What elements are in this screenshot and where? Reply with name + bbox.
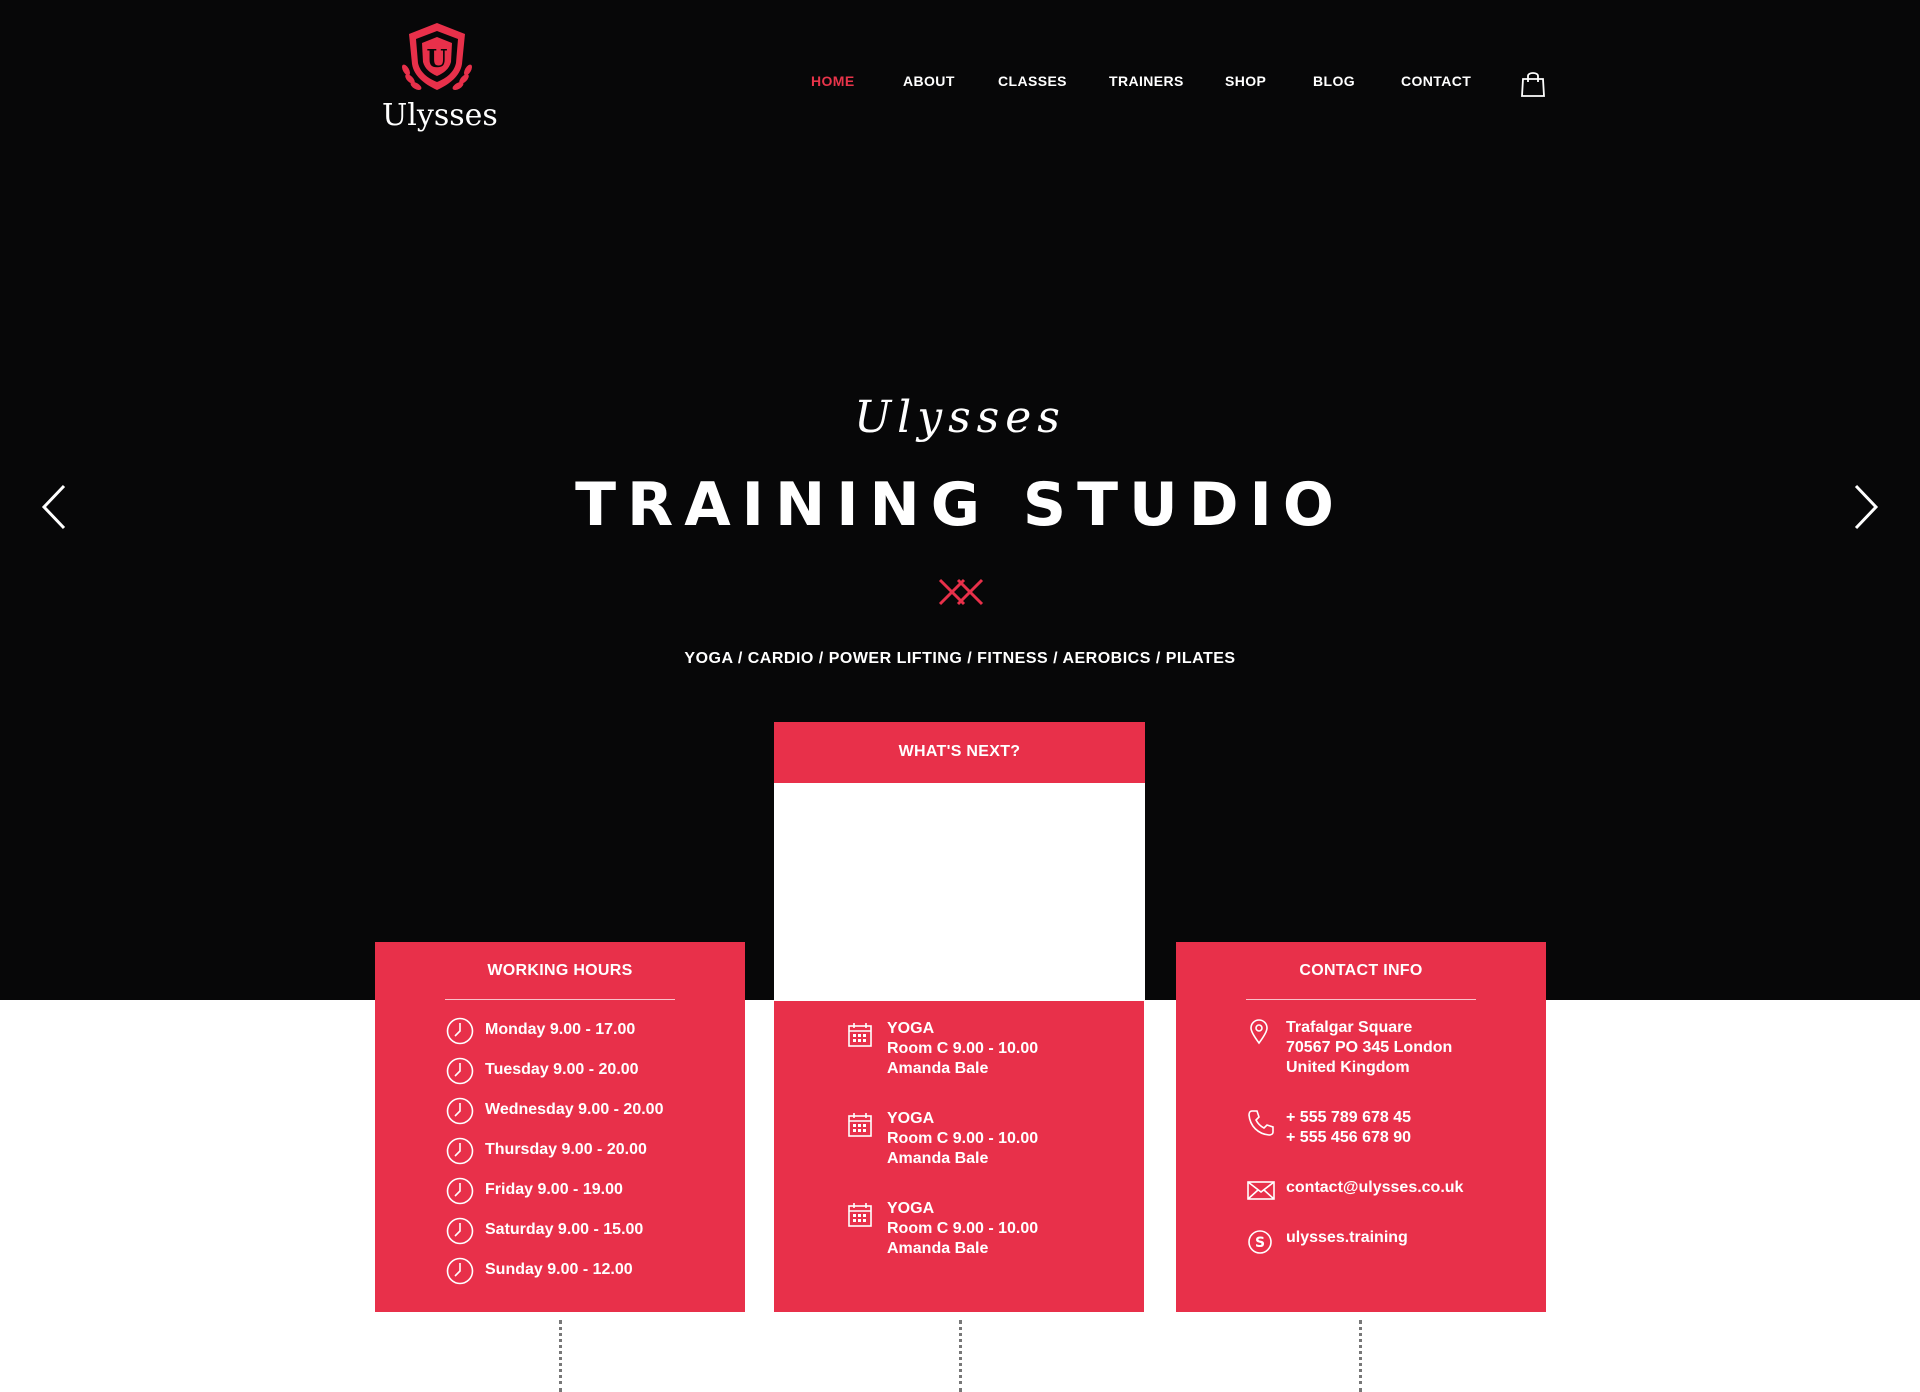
event-trainer: Amanda Bale: [887, 1240, 989, 1257]
nav-item-blog[interactable]: BLOG: [1313, 73, 1355, 89]
phone-icon: [1248, 1110, 1274, 1136]
dotted-connector: [959, 1320, 962, 1392]
skype-link[interactable]: ulysses.training: [1286, 1228, 1408, 1248]
logo-letter: U: [427, 44, 448, 73]
clock-icon: [446, 1017, 474, 1045]
whats-next-image-area: [774, 783, 1145, 1001]
hours-text: Sunday 9.00 - 12.00: [485, 1261, 633, 1278]
address-line: 70567 PO 345 London: [1286, 1039, 1453, 1056]
event-room-time: Room C 9.00 - 10.00: [887, 1040, 1039, 1057]
email-link[interactable]: contact@ulysses.co.uk: [1286, 1178, 1463, 1198]
hero-script-title: Ulysses: [854, 392, 1066, 443]
hours-text: Wednesday 9.00 - 20.00: [485, 1101, 664, 1118]
nav-item-shop[interactable]: SHOP: [1225, 73, 1266, 89]
phone-number[interactable]: + 555 789 678 45: [1286, 1108, 1411, 1128]
whats-next-list: YOGA Room C 9.00 - 10.00 Amanda Bale YOG…: [774, 1001, 1144, 1312]
address-line: Trafalgar Square: [1286, 1019, 1413, 1036]
contact-info-title: CONTACT INFO: [1299, 962, 1423, 979]
event-class: YOGA: [887, 1020, 935, 1037]
nav-item-classes[interactable]: CLASSES: [998, 73, 1067, 89]
map-pin-icon: [1250, 1019, 1268, 1045]
clock-icon: [446, 1177, 474, 1205]
event-room-time: Room C 9.00 - 10.00: [887, 1220, 1039, 1237]
event-trainer: Amanda Bale: [887, 1060, 989, 1077]
nav-item-trainers[interactable]: TRAINERS: [1109, 73, 1184, 89]
event-class: YOGA: [887, 1110, 935, 1127]
svg-text:S: S: [1255, 1235, 1265, 1251]
hours-text: Saturday 9.00 - 15.00: [485, 1221, 644, 1238]
nav-item-home[interactable]: HOME: [811, 73, 855, 89]
envelope-icon: [1247, 1181, 1275, 1200]
clock-icon: [446, 1257, 474, 1285]
divider: [1246, 999, 1476, 1000]
double-x-divider-icon: [938, 578, 984, 606]
hero-subtitle: YOGA / CARDIO / POWER LIFTING / FITNESS …: [684, 650, 1236, 667]
contact-info-card: CONTACT INFO Trafalgar Square 70567 PO 3…: [1176, 942, 1546, 1312]
hours-text: Monday 9.00 - 17.00: [485, 1021, 636, 1038]
nav-item-contact[interactable]: CONTACT: [1401, 73, 1471, 89]
clock-icon: [446, 1057, 474, 1085]
whats-next-header: WHAT'S NEXT?: [774, 722, 1145, 783]
hero-title: TRAINING STUDIO: [575, 470, 1345, 540]
clock-icon: [446, 1217, 474, 1245]
shield-logo-icon: U: [402, 23, 472, 90]
address-line: United Kingdom: [1286, 1059, 1410, 1076]
nav-item-about[interactable]: ABOUT: [903, 73, 955, 89]
whats-next-title: WHAT'S NEXT?: [898, 743, 1021, 760]
dotted-connector: [559, 1320, 562, 1392]
calendar-icon: [848, 1023, 872, 1047]
shopping-bag-icon[interactable]: [1520, 70, 1546, 98]
phone-number[interactable]: + 555 456 678 90: [1286, 1128, 1411, 1148]
dotted-connector: [1359, 1320, 1362, 1392]
working-hours-card: WORKING HOURS Monday 9.00 - 17.00 Tuesda…: [375, 942, 745, 1312]
site-logo[interactable]: U Ulysses: [382, 20, 498, 138]
divider: [445, 999, 675, 1000]
skype-icon: S: [1248, 1230, 1272, 1254]
calendar-icon: [848, 1113, 872, 1137]
event-class: YOGA: [887, 1200, 935, 1217]
hours-text: Tuesday 9.00 - 20.00: [485, 1061, 639, 1078]
hours-text: Friday 9.00 - 19.00: [485, 1181, 623, 1198]
brand-name: Ulysses: [382, 98, 498, 133]
clock-icon: [446, 1137, 474, 1165]
clock-icon: [446, 1097, 474, 1125]
event-room-time: Room C 9.00 - 10.00: [887, 1130, 1039, 1147]
working-hours-title: WORKING HOURS: [487, 962, 633, 979]
hours-text: Thursday 9.00 - 20.00: [485, 1141, 647, 1158]
event-trainer: Amanda Bale: [887, 1150, 989, 1167]
calendar-icon: [848, 1203, 872, 1227]
